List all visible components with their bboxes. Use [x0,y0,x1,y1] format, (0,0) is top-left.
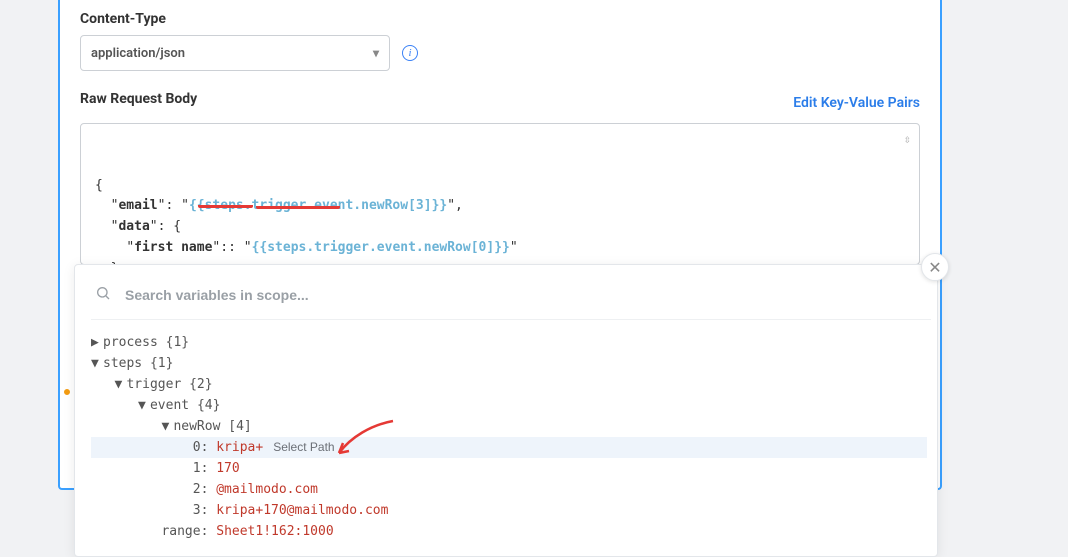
chevron-down-icon: ▾ [373,46,379,60]
close-icon: ✕ [928,258,941,277]
json-key-email: email [118,198,157,213]
edit-kv-link[interactable]: Edit Key-Value Pairs [793,95,920,111]
tree-leaf-1[interactable]: 1: 170 [91,458,927,479]
raw-body-header: Raw Request Body Edit Key-Value Pairs [80,91,920,115]
tree-node-trigger[interactable]: ▼trigger {2} [91,374,927,395]
json-key-firstname: first name [134,240,212,255]
chevron-down-icon: ▼ [161,419,173,434]
annotation-underline [198,202,253,208]
tree-node-event[interactable]: ▼event {4} [91,395,927,416]
json-val-firstname: {{steps.trigger.event.newRow[0]}} [252,240,510,255]
variable-picker-popup: ✕ ▶process {1} ▼steps {1} ▼trigger {2} ▼… [74,264,938,557]
chevron-down-icon: ▼ [91,356,103,371]
close-button[interactable]: ✕ [921,253,949,281]
json-key-data: data [118,219,149,234]
tree-leaf-0[interactable]: 0: kripa+Select Path [91,437,927,458]
search-row [91,281,931,320]
variable-tree[interactable]: ▶process {1} ▼steps {1} ▼trigger {2} ▼ev… [91,332,931,552]
tree-leaf-3[interactable]: 3: kripa+170@mailmodo.com [91,500,927,521]
content-type-row: application/json ▾ i [80,35,920,71]
select-path-action[interactable]: Select Path [273,440,334,454]
content-type-value: application/json [91,46,185,61]
resize-handle-icon[interactable]: ⇳ [904,130,911,149]
search-icon [95,285,111,305]
search-input[interactable] [125,287,927,303]
raw-body-editor[interactable]: ⇳ { "email": "{{steps.trigger.event.newR… [80,123,920,265]
tree-leaf-range[interactable]: range: Sheet1!162:1000 [91,521,927,542]
info-icon[interactable]: i [402,45,418,61]
tree-node-newrow[interactable]: ▼newRow [4] [91,416,927,437]
tree-node-process[interactable]: ▶process {1} [91,332,927,353]
tree-leaf-2[interactable]: 2: @mailmodo.com [91,479,927,500]
content-type-label: Content-Type [80,11,920,27]
annotation-underline [256,203,340,209]
warning-badge [63,388,71,396]
chevron-down-icon: ▼ [114,377,126,392]
chevron-right-icon: ▶ [91,335,103,350]
chevron-down-icon: ▼ [138,398,150,413]
tree-node-steps[interactable]: ▼steps {1} [91,353,927,374]
content-type-select[interactable]: application/json ▾ [80,35,390,71]
raw-body-label: Raw Request Body [80,91,197,107]
